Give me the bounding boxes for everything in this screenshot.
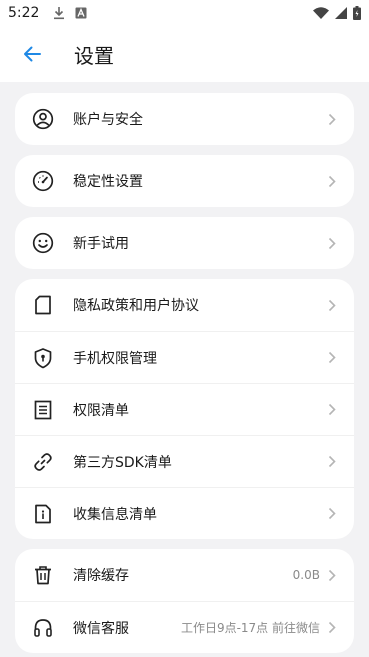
settings-item-label: 第三方SDK清单 [73,454,172,471]
settings-item-third-party-sdk[interactable]: 第三方SDK清单 [15,435,354,487]
settings-item-clear-cache[interactable]: 清除缓存 0.0B [15,549,354,601]
battery-icon [353,6,361,20]
settings-card-privacy: 隐私政策和用户协议 手机权限管理 权限清单 第三方SDK清单 收集信息清单 [15,279,354,539]
settings-item-account-security[interactable]: 账户与安全 [15,93,354,145]
app-header: 设置 [0,26,369,82]
settings-list: 账户与安全 稳定性设置 新手试用 隐私政策和用户协议 手机权限管理 权限清单 第… [15,93,354,657]
link-icon [32,451,54,473]
status-time: 5:22 [8,5,40,21]
settings-card-trial: 新手试用 [15,217,354,269]
settings-item-label: 手机权限管理 [73,350,157,367]
settings-item-label: 权限清单 [73,402,129,419]
gauge-icon [32,170,54,192]
settings-item-permission-list[interactable]: 权限清单 [15,383,354,435]
cache-size-value: 0.0B [292,568,320,582]
back-arrow-icon [22,45,42,63]
chevron-right-icon [326,298,338,312]
chevron-right-icon [326,568,338,582]
smiley-icon [32,232,54,254]
settings-item-label: 稳定性设置 [73,174,143,190]
chevron-right-icon [326,112,338,126]
settings-item-collected-info[interactable]: 收集信息清单 [15,487,354,539]
headset-icon [32,617,54,639]
chevron-right-icon [326,507,338,521]
document-icon [32,294,54,316]
settings-item-label: 清除缓存 [73,568,129,584]
settings-item-permission-management[interactable]: 手机权限管理 [15,331,354,383]
settings-item-label: 微信客服 [73,620,129,637]
cell-signal-icon [335,7,347,19]
settings-card-stability: 稳定性设置 [15,155,354,207]
list-icon [32,399,54,421]
settings-item-newbie-trial[interactable]: 新手试用 [15,217,354,269]
settings-card-misc: 清除缓存 0.0B 微信客服 工作日9点-17点 前往微信 [15,549,354,653]
settings-item-label: 新手试用 [73,236,129,252]
download-icon [53,6,65,20]
trash-icon [32,564,54,586]
service-hours-value: 工作日9点-17点 前往微信 [180,621,320,635]
info-doc-icon [32,503,54,525]
shield-lock-icon [32,347,54,369]
back-button[interactable] [8,30,56,78]
page-title: 设置 [74,43,114,68]
status-bar: 5:22 [0,0,369,26]
chevron-right-icon [326,174,338,188]
settings-item-wechat-service[interactable]: 微信客服 工作日9点-17点 前往微信 [15,601,354,653]
settings-item-label: 账户与安全 [73,112,143,128]
settings-item-label: 隐私政策和用户协议 [73,298,199,314]
chevron-right-icon [326,236,338,250]
account-icon [32,108,54,130]
settings-item-label: 收集信息清单 [73,506,157,523]
chevron-right-icon [326,455,338,469]
chevron-right-icon [326,351,338,365]
chevron-right-icon [326,403,338,417]
settings-item-privacy-policy[interactable]: 隐私政策和用户协议 [15,279,354,331]
chevron-right-icon [326,621,338,635]
wifi-icon [313,7,329,19]
settings-item-stability[interactable]: 稳定性设置 [15,155,354,207]
settings-card-account: 账户与安全 [15,93,354,145]
notification-a-icon [75,7,87,19]
